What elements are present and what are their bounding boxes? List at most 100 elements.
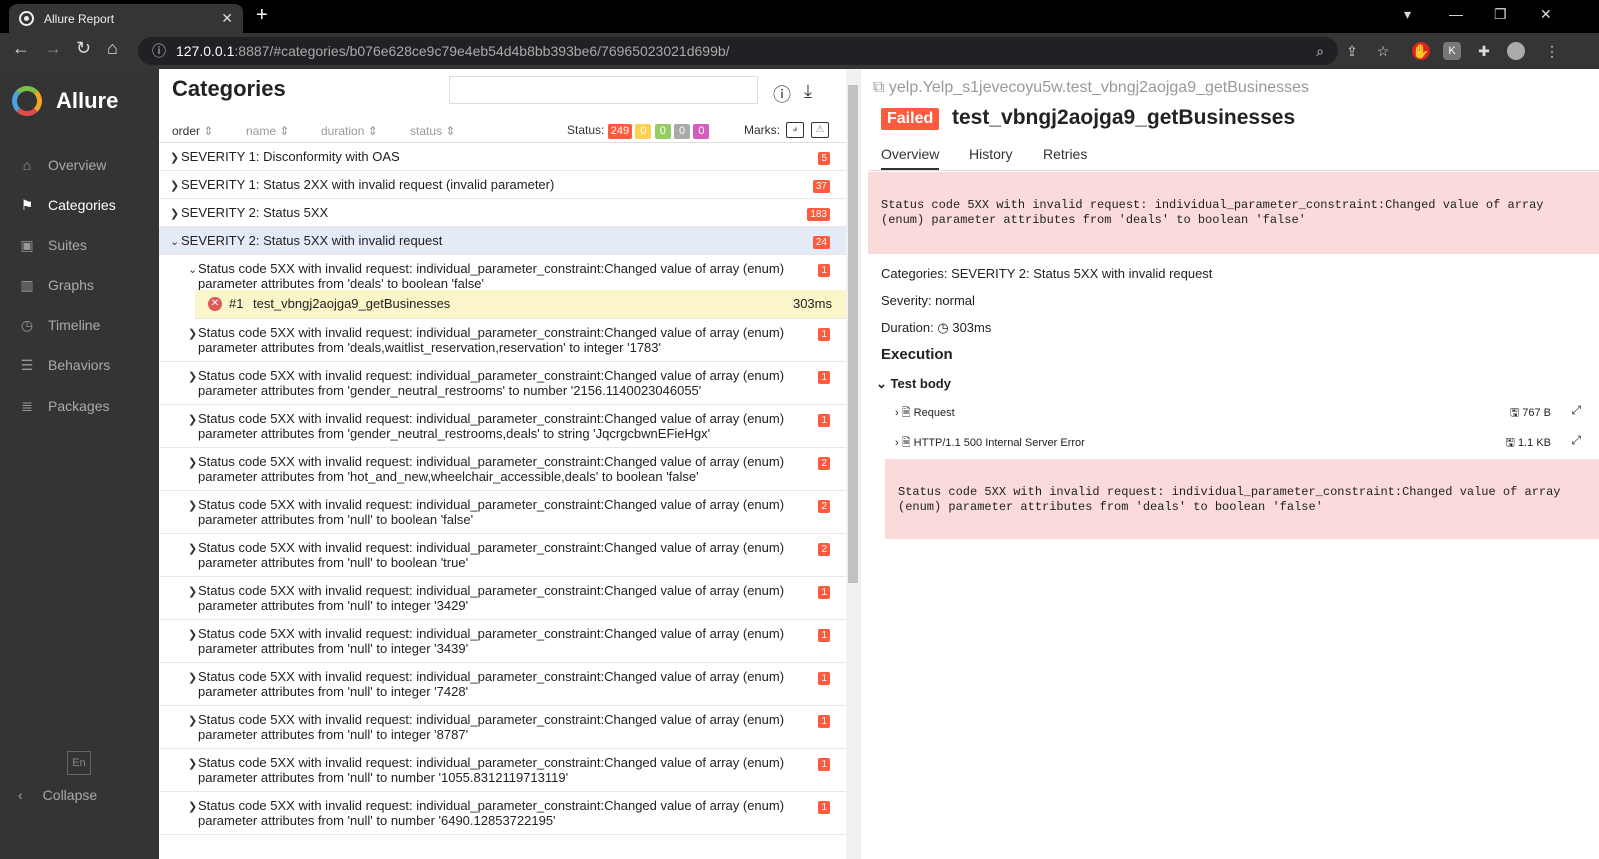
share-icon[interactable]: ⇪ bbox=[1343, 42, 1361, 60]
sidebar-item-label: Timeline bbox=[48, 317, 101, 333]
attachment-response[interactable]: › 🗎 HTTP/1.1 500 Internal Server Error 🖫 … bbox=[895, 433, 1585, 454]
sidebar-item-overview[interactable]: ⌂ Overview bbox=[0, 147, 159, 183]
chevron-down-icon: ⌄ bbox=[188, 264, 198, 276]
collapse-label: Collapse bbox=[42, 787, 98, 803]
tab-overview[interactable]: Overview bbox=[881, 146, 940, 170]
subcategory-row-expanded[interactable]: ⌄ Status code 5XX with invalid request: i… bbox=[159, 255, 846, 291]
allure-logo[interactable]: Allure bbox=[12, 86, 118, 116]
stack-icon: ≣ bbox=[21, 398, 33, 414]
category-row[interactable]: ❯ SEVERITY 2: Status 5XX 183 bbox=[159, 199, 846, 227]
subcategory-row[interactable]: ❯ Status code 5XX with invalid request: i… bbox=[159, 319, 846, 362]
subcategory-label: Status code 5XX with invalid request: in… bbox=[198, 368, 785, 398]
clock-icon: ◷ bbox=[937, 320, 949, 335]
reload-icon[interactable]: ↻ bbox=[76, 38, 91, 59]
home-icon[interactable]: ⌂ bbox=[107, 38, 118, 59]
sidebar-item-label: Graphs bbox=[48, 277, 94, 293]
browser-tab[interactable]: Allure Report ✕ bbox=[9, 4, 243, 33]
sort-duration[interactable]: duration ⇕ bbox=[321, 124, 378, 138]
restore-icon[interactable]: ❐ bbox=[1494, 6, 1507, 23]
back-icon[interactable]: ← bbox=[12, 38, 30, 59]
sort-name-label: name bbox=[246, 124, 277, 138]
extension-stop-icon[interactable]: ✋ bbox=[1412, 42, 1430, 60]
sort-name[interactable]: name ⇕ bbox=[246, 124, 289, 138]
scrollbar[interactable] bbox=[846, 69, 860, 859]
language-switch[interactable]: En bbox=[67, 751, 91, 775]
subcategory-row[interactable]: ❯ Status code 5XX with invalid request: i… bbox=[159, 620, 846, 663]
status-broken-badge[interactable]: 0 bbox=[635, 124, 652, 139]
sidebar-item-categories[interactable]: ⚑ Categories bbox=[0, 187, 159, 223]
expand-icon[interactable]: ⤢ bbox=[1571, 403, 1581, 418]
count-badge: 1 bbox=[818, 672, 830, 685]
subcategory-label: Status code 5XX with invalid request: in… bbox=[198, 755, 785, 785]
zoom-icon[interactable]: ⌕ bbox=[1311, 42, 1329, 60]
extensions-puzzle-icon[interactable]: ✚ bbox=[1475, 42, 1493, 60]
subcategory-row[interactable]: ❯ Status code 5XX with invalid request: i… bbox=[159, 706, 846, 749]
extension-k-icon[interactable]: K bbox=[1443, 42, 1461, 60]
tab-title: Allure Report bbox=[44, 11, 115, 26]
chevron-right-icon: ❯ bbox=[188, 543, 198, 555]
collapse-button[interactable]: ‹ Collapse bbox=[18, 787, 97, 803]
subcategory-row[interactable]: ❯ Status code 5XX with invalid request: i… bbox=[159, 792, 846, 835]
tab-retries[interactable]: Retries bbox=[1043, 146, 1087, 162]
subcategory-row[interactable]: ❯ Status code 5XX with invalid request: i… bbox=[159, 534, 846, 577]
subcategory-row[interactable]: ❯ Status code 5XX with invalid request: i… bbox=[159, 663, 846, 706]
category-row[interactable]: ❯ SEVERITY 1: Status 2XX with invalid req… bbox=[159, 171, 846, 199]
browser-menu-icon[interactable]: ⋮ bbox=[1543, 42, 1561, 60]
status-passed-badge[interactable]: 0 bbox=[654, 124, 671, 139]
site-info-icon[interactable]: ⓘ bbox=[152, 41, 166, 61]
category-label: SEVERITY 1: Disconformity with OAS bbox=[181, 149, 400, 164]
error-message: Status code 5XX with invalid request: in… bbox=[868, 172, 1599, 254]
profile-avatar[interactable] bbox=[1507, 42, 1525, 60]
search-input[interactable] bbox=[449, 76, 758, 104]
sidebar-item-suites[interactable]: ▣ Suites bbox=[0, 227, 159, 263]
chevron-right-icon: ❯ bbox=[188, 328, 198, 340]
status-skipped-badge[interactable]: 0 bbox=[674, 124, 691, 139]
sidebar-item-packages[interactable]: ≣ Packages bbox=[0, 388, 159, 424]
chevron-right-icon: ❯ bbox=[188, 586, 198, 598]
sidebar-item-timeline[interactable]: ◷ Timeline bbox=[0, 307, 159, 343]
category-label: SEVERITY 2: Status 5XX with invalid requ… bbox=[181, 233, 443, 248]
new-tab-icon[interactable]: + bbox=[256, 4, 268, 27]
sort-order[interactable]: order ⇕ bbox=[172, 124, 213, 138]
subcategory-row[interactable]: ❯ Status code 5XX with invalid request: i… bbox=[159, 491, 846, 534]
subcategory-row[interactable]: ❯ Status code 5XX with invalid request: i… bbox=[159, 448, 846, 491]
sort-status[interactable]: status ⇕ bbox=[410, 124, 455, 138]
bookmark-star-icon[interactable]: ☆ bbox=[1374, 42, 1392, 60]
tab-history[interactable]: History bbox=[969, 146, 1013, 162]
subcategory-row[interactable]: ❯ Status code 5XX with invalid request: i… bbox=[159, 405, 846, 448]
detail-tabs: Overview History Retries bbox=[868, 143, 1599, 171]
subcategory-row[interactable]: ❯ Status code 5XX with invalid request: i… bbox=[159, 577, 846, 620]
subcategory-row[interactable]: ❯ Status code 5XX with invalid request: i… bbox=[159, 362, 846, 405]
window-close-icon[interactable]: ✕ bbox=[1540, 6, 1552, 23]
count-badge: 1 bbox=[818, 629, 830, 642]
count-badge: 183 bbox=[807, 208, 830, 221]
scrollbar-thumb[interactable] bbox=[848, 85, 858, 583]
profile-menu-icon[interactable]: ▾ bbox=[1404, 6, 1411, 23]
brand-name: Allure bbox=[56, 88, 119, 113]
subcategory-row[interactable]: ❯ Status code 5XX with invalid request: i… bbox=[159, 749, 846, 792]
sort-arrows-icon: ⇕ bbox=[279, 124, 290, 138]
status-failed-badge[interactable]: 249 bbox=[607, 124, 633, 139]
close-tab-icon[interactable]: ✕ bbox=[221, 10, 233, 27]
flaky-mark-icon[interactable]: ◕ bbox=[786, 122, 804, 138]
categories-info: Categories: SEVERITY 2: Status 5XX with … bbox=[881, 266, 1213, 281]
attachment-request[interactable]: › 🗎 Request 🖫 767 B ⤢ bbox=[895, 403, 1585, 424]
status-unknown-badge[interactable]: 0 bbox=[693, 124, 710, 139]
category-row-expanded[interactable]: ⌄ SEVERITY 2: Status 5XX with invalid req… bbox=[159, 227, 846, 255]
test-body-toggle[interactable]: ⌄ Test body bbox=[876, 376, 951, 392]
warning-mark-icon[interactable]: ⚠ bbox=[811, 122, 829, 138]
test-result-row[interactable]: ✕ #1 test_vbngj2aojga9_getBusinesses 303… bbox=[195, 290, 846, 319]
category-row[interactable]: ❯ SEVERITY 1: Disconformity with OAS 5 bbox=[159, 143, 846, 171]
sidebar-item-behaviors[interactable]: ☰ Behaviors bbox=[0, 347, 159, 383]
url-host: 127.0.0.1 bbox=[176, 43, 235, 59]
pane-splitter[interactable] bbox=[860, 69, 868, 859]
minimize-icon[interactable]: — bbox=[1449, 6, 1463, 22]
expand-icon[interactable]: ⤢ bbox=[1571, 433, 1581, 448]
address-bar[interactable]: ⓘ 127.0.0.1:8887/#categories/b076e628ce9… bbox=[138, 37, 1338, 65]
forward-icon[interactable]: → bbox=[44, 38, 62, 59]
download-icon[interactable]: ⤓ bbox=[804, 81, 826, 103]
info-icon[interactable]: ⓘ bbox=[773, 81, 795, 105]
copy-icon[interactable]: ⧉ bbox=[873, 79, 884, 96]
test-detail-pane: ⧉ yelp.Yelp_s1jevecoyu5w.test_vbngj2aojg… bbox=[868, 69, 1599, 859]
sidebar-item-graphs[interactable]: ▥ Graphs bbox=[0, 267, 159, 303]
